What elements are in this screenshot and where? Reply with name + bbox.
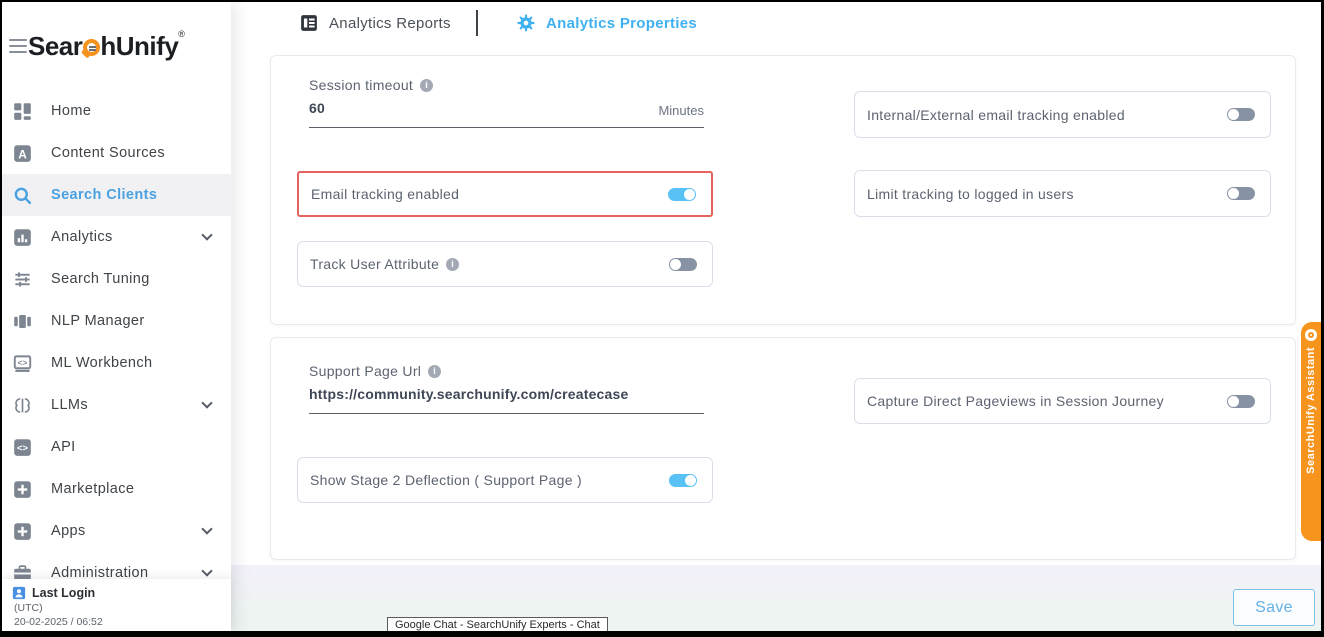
limit-tracking-toggle[interactable] xyxy=(1227,187,1255,200)
main-content: Analytics Reports xyxy=(231,2,1321,631)
analytics-icon xyxy=(13,228,32,247)
nlp-manager-icon xyxy=(13,312,32,331)
support-page-url-label: Support Page Url i xyxy=(309,363,441,379)
support-page-url-input[interactable] xyxy=(309,386,699,402)
email-tracking-toggle[interactable] xyxy=(668,188,696,201)
svg-text:A: A xyxy=(18,147,27,161)
content-sources-icon: A xyxy=(13,144,32,163)
chevron-down-icon xyxy=(201,565,212,576)
capture-direct-pageviews-box: Capture Direct Pageviews in Session Jour… xyxy=(854,378,1271,424)
support-page-url-field xyxy=(309,386,704,414)
session-timeout-unit: Minutes xyxy=(658,103,704,118)
ml-workbench-icon: <> xyxy=(13,354,32,373)
assistant-side-tab-label: SearchUnify Assistant xyxy=(1305,347,1317,474)
home-icon xyxy=(13,102,32,121)
search-tuning-icon xyxy=(13,270,32,289)
tab-analytics-properties[interactable]: Analytics Properties xyxy=(517,8,697,38)
sidebar-item-api[interactable]: <> API xyxy=(2,426,231,468)
sidebar-item-ml-workbench[interactable]: <> ML Workbench xyxy=(2,342,231,384)
save-button[interactable]: Save xyxy=(1233,589,1315,626)
email-tracking-box: Email tracking enabled xyxy=(297,171,713,217)
track-user-attribute-box: Track User Attribute i xyxy=(297,241,713,287)
brand-logo-pre: Sear xyxy=(28,31,82,61)
gear-icon xyxy=(517,14,535,32)
sidebar-item-nlp-manager[interactable]: NLP Manager xyxy=(2,300,231,342)
chevron-down-icon xyxy=(201,229,212,240)
show-stage2-deflection-label: Show Stage 2 Deflection ( Support Page ) xyxy=(310,472,582,488)
session-settings-panel: Session timeout i Minutes Email tracking… xyxy=(270,55,1296,325)
session-timeout-label: Session timeout i xyxy=(309,77,433,93)
svg-text:<>: <> xyxy=(17,443,29,454)
app-page: Sear hUnify® Home A Content Sources Searc… xyxy=(2,2,1321,631)
last-login-panel: Last Login (UTC) 20-02-2025 / 06:52 xyxy=(2,579,231,631)
track-user-attribute-label: Track User Attribute i xyxy=(310,256,459,272)
chevron-down-icon xyxy=(201,397,212,408)
internal-external-tracking-box: Internal/External email tracking enabled xyxy=(854,91,1271,138)
sidebar-item-apps[interactable]: Apps xyxy=(2,510,231,552)
show-stage2-deflection-toggle[interactable] xyxy=(669,474,697,487)
capture-direct-pageviews-label: Capture Direct Pageviews in Session Jour… xyxy=(867,393,1164,409)
internal-external-tracking-toggle[interactable] xyxy=(1227,108,1255,121)
show-stage2-deflection-box: Show Stage 2 Deflection ( Support Page ) xyxy=(297,457,713,503)
sidebar-nav: Home A Content Sources Search Clients An… xyxy=(2,90,231,594)
svg-text:<>: <> xyxy=(18,357,28,367)
internal-external-tracking-label: Internal/External email tracking enabled xyxy=(867,107,1125,123)
support-page-panel: Support Page Url i Show Stage 2 Deflecti… xyxy=(270,337,1296,560)
sidebar-item-content-sources[interactable]: A Content Sources xyxy=(2,132,231,174)
sidebar-item-search-tuning[interactable]: Search Tuning xyxy=(2,258,231,300)
assistant-logo-icon xyxy=(1305,329,1317,341)
session-timeout-input[interactable] xyxy=(309,100,609,116)
sidebar: Sear hUnify® Home A Content Sources Searc… xyxy=(2,2,231,631)
browser-status-tooltip: Google Chat - SearchUnify Experts - Chat xyxy=(387,617,608,631)
tab-analytics-reports-label: Analytics Reports xyxy=(329,15,451,32)
llms-icon xyxy=(13,396,32,415)
info-icon[interactable]: i xyxy=(428,365,441,378)
email-tracking-label: Email tracking enabled xyxy=(311,186,459,202)
limit-tracking-box: Limit tracking to logged in users xyxy=(854,170,1271,217)
limit-tracking-label: Limit tracking to logged in users xyxy=(867,186,1074,202)
magnifier-logo-icon xyxy=(83,39,100,56)
search-clients-icon xyxy=(13,186,32,205)
sidebar-item-home[interactable]: Home xyxy=(2,90,231,132)
tab-analytics-properties-label: Analytics Properties xyxy=(546,15,697,32)
tab-analytics-reports[interactable]: Analytics Reports xyxy=(300,8,451,38)
capture-direct-pageviews-toggle[interactable] xyxy=(1227,395,1255,408)
sidebar-item-analytics[interactable]: Analytics xyxy=(2,216,231,258)
session-timeout-field: Minutes xyxy=(309,100,704,128)
window-frame: Sear hUnify® Home A Content Sources Searc… xyxy=(0,0,1324,637)
last-login-timezone: (UTC) xyxy=(14,602,221,614)
brand-logo-post: hUnify xyxy=(100,31,178,61)
sidebar-item-search-clients[interactable]: Search Clients xyxy=(2,174,231,216)
api-icon: <> xyxy=(13,438,32,457)
user-badge-icon xyxy=(12,586,26,600)
tab-separator xyxy=(476,10,478,36)
tab-bar: Analytics Reports xyxy=(231,8,1321,38)
registered-mark: ® xyxy=(178,29,184,39)
sidebar-item-marketplace[interactable]: Marketplace xyxy=(2,468,231,510)
last-login-datetime: 20-02-2025 / 06:52 xyxy=(14,616,221,628)
info-icon[interactable]: i xyxy=(446,258,459,271)
info-icon[interactable]: i xyxy=(420,79,433,92)
track-user-attribute-toggle[interactable] xyxy=(669,258,697,271)
sidebar-item-llms[interactable]: LLMs xyxy=(2,384,231,426)
assistant-side-tab[interactable]: SearchUnify Assistant xyxy=(1301,322,1321,541)
marketplace-icon xyxy=(13,480,32,499)
last-login-label: Last Login xyxy=(32,586,95,600)
brand-logo[interactable]: Sear hUnify® xyxy=(28,29,184,62)
chevron-down-icon xyxy=(201,523,212,534)
reports-grid-icon xyxy=(300,14,318,32)
apps-icon xyxy=(13,522,32,541)
hamburger-menu-icon[interactable] xyxy=(9,39,27,57)
